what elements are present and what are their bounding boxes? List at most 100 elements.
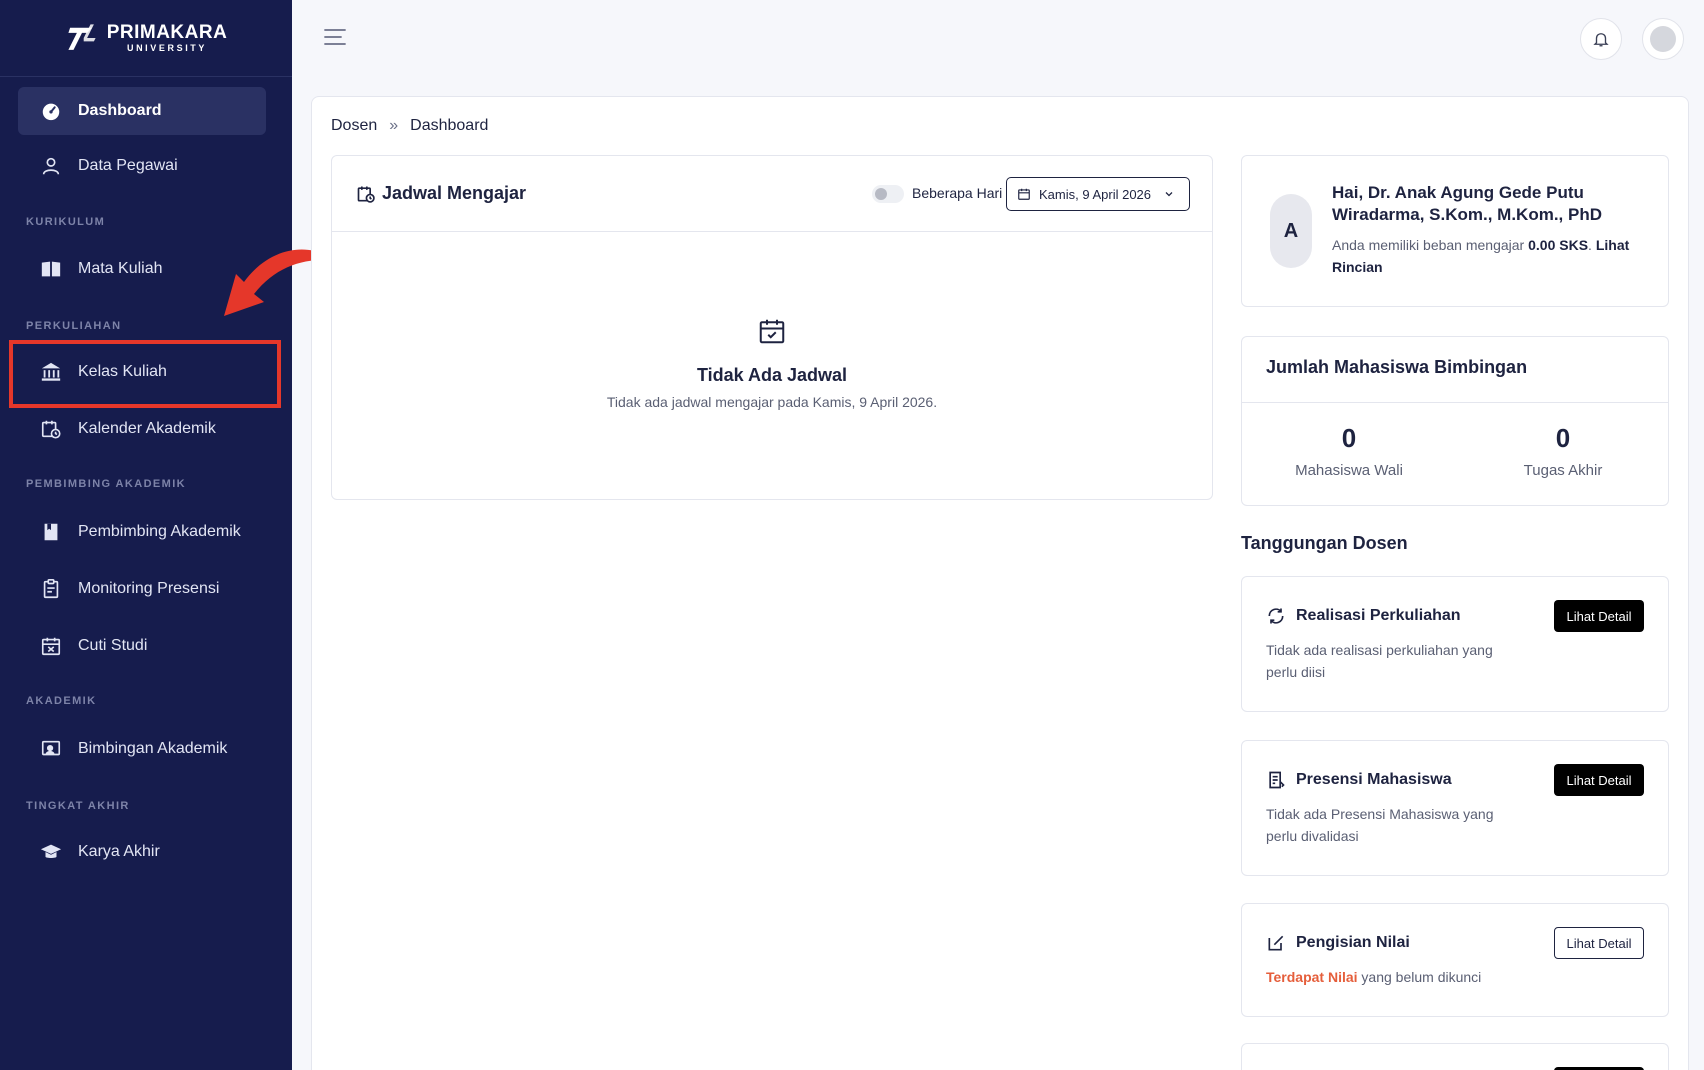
jumlah-title: Jumlah Mahasiswa Bimbingan [1242,337,1668,403]
breadcrumb-dashboard: Dashboard [410,117,489,134]
sidebar-item-label: Bimbingan Akademik [78,740,228,757]
topbar [292,0,1704,77]
stat-label: Tugas Akhir [1523,462,1603,479]
primakara-logo-icon [68,24,96,50]
sidebar: PRIMAKARA UNIVERSITY Dashboard Data Pega… [0,0,292,1070]
greeting-description: Anda memiliki beban mengajar 0.00 SKS. L… [1332,234,1652,278]
user-icon [40,155,62,177]
empty-title: Tidak Ada Jadwal [696,365,848,385]
brand-sub: UNIVERSITY [126,43,207,53]
toggle-knob [875,188,887,200]
toggle-label: Beberapa Hari [912,185,1003,201]
hamburger-menu-icon[interactable] [324,26,346,48]
sidebar-item-bimbingan-akademik[interactable]: Bimbingan Akademik [18,725,266,773]
calendar-clock-icon [40,418,62,440]
sidebar-item-monitoring-presensi[interactable]: Monitoring Presensi [18,565,266,613]
date-label: Kamis, 9 April 2026 [1039,186,1152,202]
avatar [1650,26,1676,52]
sidebar-item-kalender-akademik[interactable]: Kalender Akademik [18,405,266,453]
jumlah-mahasiswa-card: Jumlah Mahasiswa Bimbingan 0 Mahasiswa W… [1241,336,1669,506]
clipboard-icon [40,578,62,600]
stat-value: 0 [1555,423,1571,453]
breadcrumb-separator: » [389,117,399,134]
breadcrumb: Dosen » Dashboard [331,117,488,135]
sidebar-item-label: Karya Akhir [78,843,160,860]
section-label-tingkat-akhir: TINGKAT AKHIR [26,800,130,812]
calendar-check-icon [759,319,785,344]
sidebar-item-cuti-studi[interactable]: Cuti Studi [18,622,266,670]
user-avatar-button[interactable] [1642,18,1684,60]
main-content: Dosen » Dashboard Jadwal Mengajar Bebera… [311,96,1689,1070]
date-picker-button[interactable]: Kamis, 9 April 2026 [1006,177,1190,211]
greeting-avatar: A [1270,194,1312,268]
section-label-akademik: AKADEMIK [26,695,97,707]
stat-mahasiswa-wali: 0 Mahasiswa Wali [1242,423,1456,479]
sidebar-item-label: Dashboard [78,102,162,119]
sidebar-item-label: Pembimbing Akademik [78,523,241,540]
dashboard-gauge-icon [40,100,62,122]
task-title: Presensi Mahasiswa [1266,770,1452,790]
sidebar-item-label: Data Pegawai [78,157,178,174]
sks-value: 0.00 SKS [1528,237,1589,253]
presensi-mahasiswa-card: Presensi Mahasiswa Tidak ada Presensi Ma… [1241,740,1669,876]
highlight-box [9,340,281,408]
brand-logo[interactable]: PRIMAKARA UNIVERSITY [0,0,292,77]
greeting-name: Hai, Dr. Anak Agung Gede Putu Wiradarma,… [1332,183,1602,224]
refresh-icon [1268,608,1284,624]
presentation-board-icon [40,738,62,760]
stat-label: Mahasiswa Wali [1295,462,1403,479]
document-list-icon [1269,771,1285,789]
breadcrumb-dosen[interactable]: Dosen [331,117,377,135]
lihat-detail-button[interactable]: Lihat Detail [1554,764,1644,796]
sidebar-item-dashboard[interactable]: Dashboard [18,87,266,135]
task-title-text: Pengisian Nilai [1296,934,1410,951]
chevron-down-icon [1165,192,1173,197]
calendar-x-icon [40,635,62,657]
sidebar-item-karya-akhir[interactable]: Karya Akhir [18,828,266,876]
task-title: Pengisian Nilai [1266,933,1410,953]
jadwal-mengajar-card: Jadwal Mengajar Beberapa Hari Kamis, 9 A… [331,155,1213,500]
jadwal-title-text: Jadwal Mengajar [382,183,527,203]
bookmark-book-icon [40,521,62,543]
brand-name: PRIMAKARA [106,22,228,43]
beberapa-hari-toggle[interactable] [872,185,904,203]
task-title-text: Realisasi Perkuliahan [1296,607,1461,624]
calendar-icon [1018,188,1030,200]
sidebar-item-label: Mata Kuliah [78,260,163,277]
task-description: Terdapat Nilai yang belum dikunci [1266,966,1586,988]
greeting-card: A Hai, Dr. Anak Agung Gede Putu Wiradarm… [1241,155,1669,307]
desc-dot: . [1588,237,1596,253]
sidebar-item-label: Monitoring Presensi [78,580,220,597]
lihat-detail-button[interactable]: Lihat Detail [1554,600,1644,632]
task-title-text: Presensi Mahasiswa [1296,771,1452,788]
section-label-pembimbing-akademik: PEMBIMBING AKADEMIK [26,478,187,490]
task-title: Realisasi Perkuliahan [1266,606,1461,626]
edit-square-icon [1268,935,1284,951]
stat-tugas-akhir: 0 Tugas Akhir [1456,423,1670,479]
sidebar-item-label: Cuti Studi [78,637,148,654]
sidebar-item-label: Kalender Akademik [78,420,216,437]
empty-subtitle: Tidak ada jadwal mengajar pada Kamis, 9 … [606,394,938,410]
empty-state: Tidak Ada Jadwal Tidak ada jadwal mengaj… [332,316,1212,410]
book-open-icon [40,258,62,280]
desc-prefix: Anda memiliki beban mengajar [1332,237,1529,253]
tanggungan-title: Tanggungan Dosen [1241,533,1408,553]
bell-icon [1593,33,1609,47]
stat-value: 0 [1341,423,1357,453]
graduation-cap-icon [40,841,62,863]
nilai-warning: Terdapat Nilai [1266,969,1358,985]
notification-button[interactable] [1580,18,1622,60]
realisasi-perkuliahan-card: Realisasi Perkuliahan Tidak ada realisas… [1241,576,1669,712]
task-description: Tidak ada Presensi Mahasiswa yang perlu … [1266,806,1494,844]
jadwal-title: Jadwal Mengajar [356,183,526,204]
pengisian-nilai-card: Pengisian Nilai Terdapat Nilai yang belu… [1241,903,1669,1017]
lihat-detail-button[interactable]: Lihat Detail [1554,927,1644,959]
sidebar-item-pembimbing-akademik[interactable]: Pembimbing Akademik [18,508,266,556]
section-label-perkuliahan: PERKULIAHAN [26,320,122,332]
task-description: Tidak ada realisasi perkuliahan yang per… [1266,642,1493,680]
calendar-clock-icon [357,186,375,203]
sidebar-item-data-pegawai[interactable]: Data Pegawai [18,142,266,190]
section-label-kurikulum: KURIKULUM [26,216,106,228]
next-task-card [1241,1043,1669,1070]
nilai-desc-rest: yang belum dikunci [1357,969,1482,985]
